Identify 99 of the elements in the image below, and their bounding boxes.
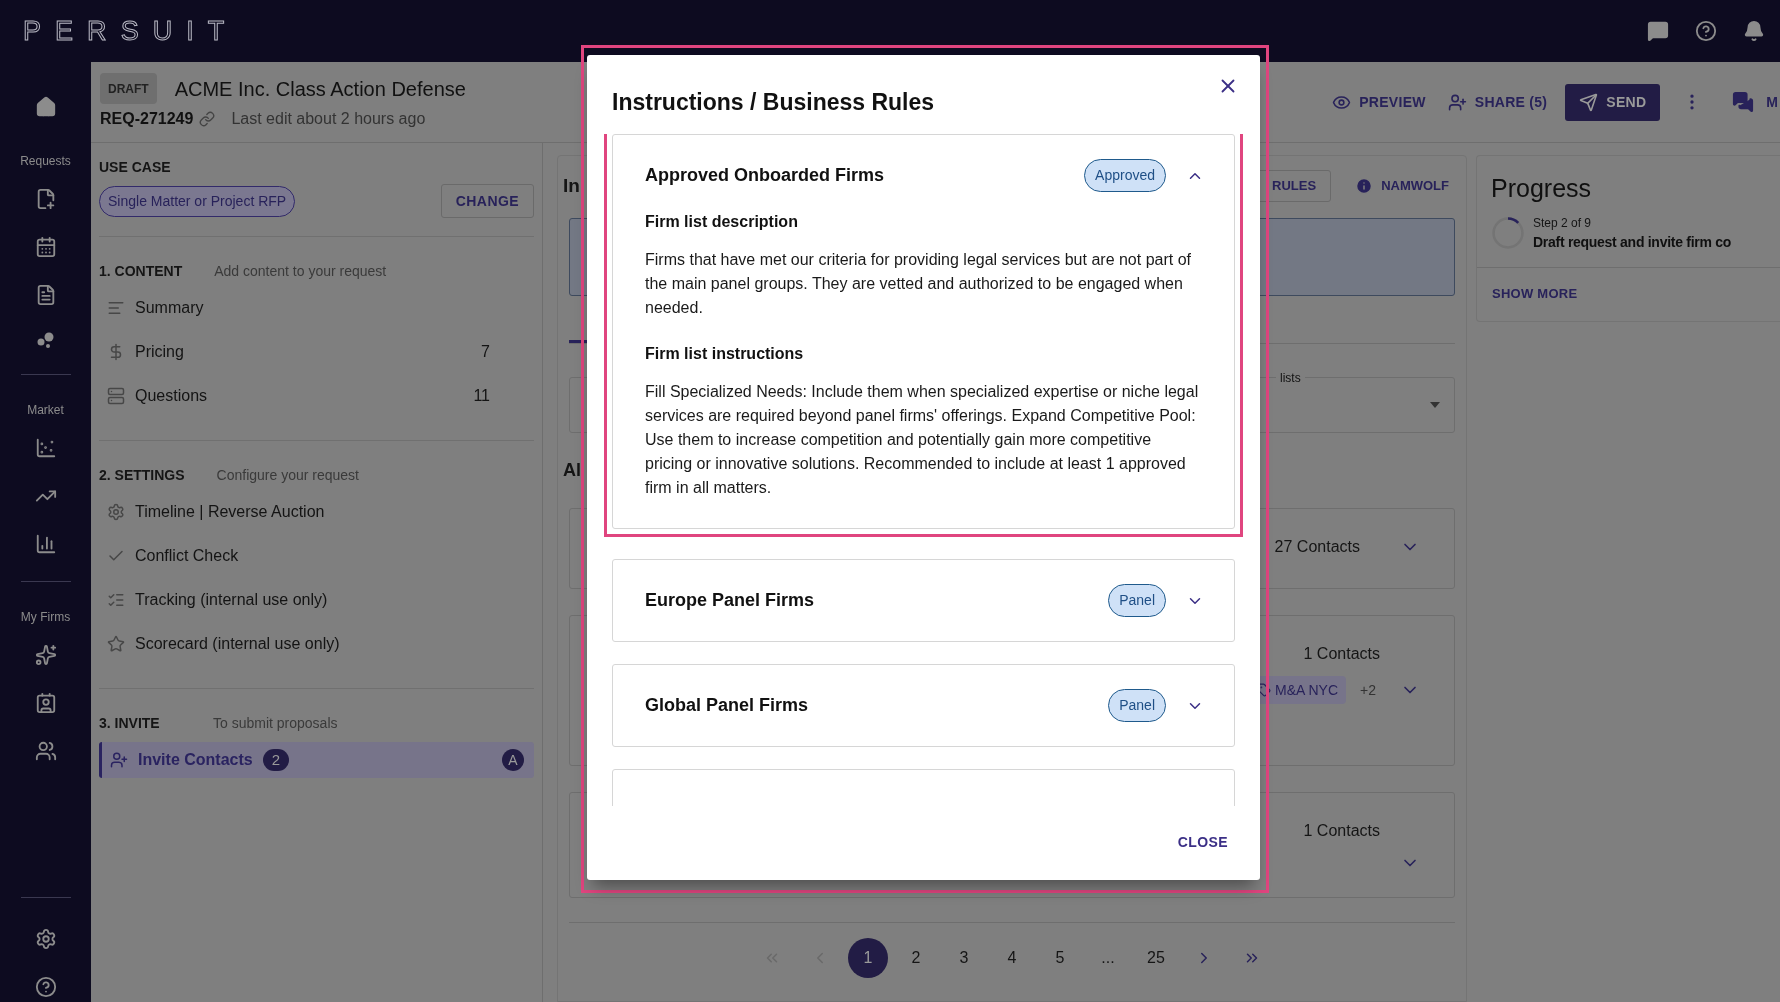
page-button[interactable]: 25 bbox=[1136, 938, 1176, 978]
item-count: 7 bbox=[481, 342, 490, 362]
step-item[interactable]: Conflict Check bbox=[99, 538, 534, 574]
page-button[interactable]: ... bbox=[1088, 938, 1128, 978]
section-title: Al bbox=[563, 459, 581, 482]
progress-ring-icon bbox=[1491, 216, 1525, 250]
change-button[interactable]: CHANGE bbox=[440, 184, 534, 218]
send-button[interactable]: SEND bbox=[1565, 83, 1661, 121]
page-button[interactable]: 2 bbox=[896, 938, 936, 978]
messages-button[interactable]: M bbox=[1732, 91, 1778, 113]
link-icon[interactable] bbox=[199, 111, 216, 127]
add-user-icon bbox=[110, 751, 128, 769]
close-text-button[interactable]: CLOSE bbox=[1175, 831, 1230, 853]
use-case-heading: USE CASE bbox=[99, 158, 171, 177]
accordion-card[interactable]: Global Panel Firms Panel bbox=[612, 663, 1235, 747]
avatar: A bbox=[502, 749, 524, 771]
step-title: 2. SETTINGS bbox=[99, 466, 185, 485]
step-item[interactable]: Tracking (internal use only) bbox=[99, 582, 534, 618]
dropdown-caret-icon bbox=[1430, 402, 1440, 408]
modal-title: Instructions / Business Rules bbox=[612, 88, 935, 117]
accordion-card[interactable]: Europe Panel Firms Panel bbox=[612, 558, 1235, 642]
page-button[interactable]: 3 bbox=[944, 938, 984, 978]
step-hint: To submit proposals bbox=[213, 714, 338, 733]
contacts-count: 27 Contacts bbox=[1274, 537, 1360, 557]
star-icon bbox=[107, 635, 125, 653]
count-badge: 2 bbox=[262, 749, 290, 771]
status-badge: DRAFT bbox=[100, 73, 157, 104]
contact-card-icon[interactable] bbox=[34, 692, 57, 714]
step-item-label: Questions bbox=[135, 386, 208, 406]
step-item-label: Pricing bbox=[135, 342, 184, 362]
progress-stage: Draft request and invite firm co bbox=[1533, 232, 1731, 252]
step-item-label: Tracking (internal use only) bbox=[135, 590, 328, 610]
settings-icon[interactable] bbox=[34, 928, 57, 950]
scatter-chart-icon[interactable] bbox=[34, 437, 57, 459]
nav-section-label: Requests bbox=[20, 153, 71, 170]
bell-icon[interactable] bbox=[1743, 20, 1765, 42]
settings-icon bbox=[107, 503, 125, 521]
messages-icon bbox=[1732, 91, 1755, 113]
step-title: 1. CONTENT bbox=[99, 262, 183, 281]
contacts-count: 1 Contacts bbox=[1303, 644, 1380, 664]
step-hint: Configure your request bbox=[216, 466, 359, 485]
step-item[interactable]: Invite Contacts 2 A bbox=[99, 742, 534, 778]
panel-title: In bbox=[563, 173, 580, 198]
help-icon[interactable] bbox=[34, 976, 57, 998]
group-icon[interactable] bbox=[34, 740, 57, 762]
block-heading: Firm list description bbox=[645, 211, 798, 232]
step-item-label: Scorecard (internal use only) bbox=[135, 634, 340, 654]
more-count: +2 bbox=[1360, 680, 1376, 700]
step-item-label: Summary bbox=[135, 298, 204, 318]
preview-button[interactable]: PREVIEW bbox=[1332, 91, 1426, 113]
stack-icon bbox=[107, 387, 125, 405]
status-badge: Panel bbox=[1108, 584, 1166, 617]
page-button[interactable]: 1 bbox=[848, 938, 888, 978]
chat-icon[interactable] bbox=[1647, 20, 1669, 42]
status-badge: Approved bbox=[1084, 159, 1166, 192]
info-icon bbox=[1355, 177, 1374, 195]
list-check-icon bbox=[107, 591, 125, 609]
contacts-count: 1 Contacts bbox=[1303, 821, 1380, 841]
app-logo[interactable]: PERSUIT bbox=[23, 10, 239, 52]
dots-icon[interactable] bbox=[35, 332, 56, 348]
item-count: 11 bbox=[473, 386, 490, 406]
accordion-title: Europe Panel Firms bbox=[645, 589, 815, 612]
sparkle-icon[interactable] bbox=[34, 644, 57, 666]
show-more-link[interactable]: SHOW MORE bbox=[1492, 284, 1578, 304]
help-icon[interactable] bbox=[1695, 20, 1717, 42]
step-item[interactable]: Scorecard (internal use only) bbox=[99, 626, 534, 662]
step-item-label: Conflict Check bbox=[135, 546, 239, 566]
request-id: REQ-271249 bbox=[100, 109, 194, 129]
lines-icon bbox=[107, 299, 125, 317]
block-text: Fill Specialized Needs: Include them when specialized expertise or niche legal services are required beyond panel firms' offerings. Expand Competitive Pool: Use them to increase competition and potentially gain more competitive pricing or innovative solutions. Recommended to include at least 1 approved firm in all matters. bbox=[645, 381, 1200, 498]
step-item[interactable]: Questions 11 bbox=[99, 378, 534, 414]
calendar-icon[interactable] bbox=[34, 236, 57, 258]
status-badge: Panel bbox=[1108, 689, 1166, 722]
home-icon[interactable] bbox=[34, 96, 57, 118]
use-case-chip: Single Matter or Project RFP bbox=[99, 185, 296, 217]
step-item[interactable]: Pricing 7 bbox=[99, 334, 534, 370]
add-user-icon bbox=[1447, 92, 1467, 112]
accordion-title: Global Panel Firms bbox=[645, 694, 809, 717]
request-title: ACME Inc. Class Action Defense bbox=[174, 76, 466, 102]
step-item-label: Timeline | Reverse Auction bbox=[135, 502, 325, 522]
bar-chart-icon[interactable] bbox=[34, 533, 57, 555]
block-text: Firms that have met our criteria for providing legal services but are not part of the main panel groups. They are vetted and authorized to be engaged when needed. bbox=[645, 249, 1192, 318]
step-title: 3. INVITE bbox=[99, 714, 161, 733]
step-item-label: Invite Contacts bbox=[138, 750, 253, 770]
step-item[interactable]: Timeline | Reverse Auction bbox=[99, 494, 534, 530]
nav-section-label: Market bbox=[27, 402, 64, 419]
send-icon bbox=[1579, 92, 1599, 112]
info-button[interactable]: NAMWOLF bbox=[1355, 176, 1449, 196]
last-edit-text: Last edit about 2 hours ago bbox=[231, 109, 426, 129]
page-button[interactable]: 5 bbox=[1040, 938, 1080, 978]
block-heading: Firm list instructions bbox=[645, 343, 804, 364]
progress-step: Step 2 of 9 bbox=[1533, 213, 1592, 232]
step-hint: Add content to your request bbox=[214, 262, 387, 281]
step-item[interactable]: Summary bbox=[99, 290, 534, 326]
share-button[interactable]: SHARE (5) bbox=[1447, 91, 1548, 113]
progress-title: Progress bbox=[1491, 173, 1592, 204]
page-button[interactable]: 4 bbox=[992, 938, 1032, 978]
nav-section-label: My Firms bbox=[20, 609, 71, 626]
accordion-title: Approved Onboarded Firms bbox=[645, 164, 885, 187]
